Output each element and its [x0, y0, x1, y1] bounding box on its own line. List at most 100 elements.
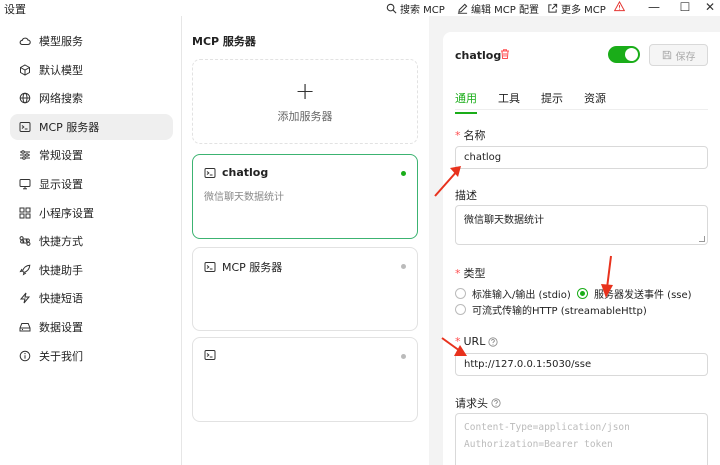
- sidebar-item-label: 显示设置: [39, 177, 83, 191]
- status-dot: [401, 171, 406, 176]
- server-list-panel: MCP 服务器 + 添加服务器 chatlog 微信聊天数据统计 MCP 服务器: [183, 16, 429, 465]
- search-icon: [386, 3, 397, 14]
- server-detail-panel: chatlog 保存 通用 工具 提示 资源 * 名称 chatlog 描述 微…: [443, 32, 720, 465]
- url-label: * URL: [455, 335, 498, 348]
- sidebar-item-label: 快捷助手: [39, 263, 83, 277]
- radio-sse[interactable]: 服务器发送事件 (sse): [577, 286, 692, 301]
- url-input[interactable]: http://127.0.0.1:5030/sse: [455, 353, 708, 376]
- more-mcp-button[interactable]: 更多 MCP: [547, 1, 606, 16]
- help-icon[interactable]: [491, 398, 501, 408]
- type-label-text: 类型: [463, 267, 486, 280]
- desc-textarea[interactable]: 微信聊天数据统计: [455, 205, 708, 245]
- sidebar-item-quick-assistant[interactable]: 快捷助手: [10, 257, 173, 283]
- sidebar-item-general-settings[interactable]: 常规设置: [10, 142, 173, 168]
- server-card-desc: 微信聊天数据统计: [204, 192, 284, 203]
- terminal-icon: [204, 262, 216, 272]
- radio-button[interactable]: [455, 304, 466, 315]
- detail-tabs: 通用 工具 提示 资源: [455, 90, 627, 114]
- radio-label: 可流式传输的HTTP (streamableHttp): [472, 306, 647, 317]
- sidebar-item-label: 小程序设置: [39, 206, 94, 220]
- sidebar-item-shortcuts[interactable]: 快捷方式: [10, 228, 173, 254]
- server-detail-name: chatlog: [455, 49, 502, 62]
- sidebar-item-label: 模型服务: [39, 35, 83, 48]
- window-title: 设置: [4, 3, 26, 16]
- search-mcp-label: 搜索 MCP: [400, 5, 445, 16]
- tab-tools[interactable]: 工具: [498, 90, 520, 114]
- sidebar-item-about[interactable]: 关于我们: [10, 343, 173, 369]
- enable-toggle[interactable]: [608, 46, 640, 63]
- edit-mcp-config-button[interactable]: 编辑 MCP 配置: [457, 1, 539, 16]
- sidebar-item-display-settings[interactable]: 显示设置: [10, 171, 173, 197]
- zap-icon: [19, 293, 31, 304]
- cloud-icon: [19, 37, 31, 46]
- tab-prompts[interactable]: 提示: [541, 90, 563, 114]
- sidebar-item-label: 数据设置: [39, 320, 83, 334]
- type-label: * 类型: [455, 265, 486, 281]
- headers-textarea[interactable]: Content-Type=application/json Authorizat…: [455, 413, 708, 465]
- headers-placeholder-line: Content-Type=application/json: [464, 422, 630, 433]
- sliders-icon: [20, 150, 30, 161]
- status-dot: [401, 354, 406, 359]
- warning-button[interactable]: [614, 1, 625, 12]
- add-server-label: 添加服务器: [277, 109, 333, 123]
- save-label: 保存: [675, 51, 696, 63]
- sidebar-item-model-service[interactable]: 模型服务: [10, 28, 173, 54]
- toggle-knob: [625, 48, 638, 61]
- name-label-text: 名称: [463, 129, 486, 142]
- search-mcp-button[interactable]: 搜索 MCP: [386, 1, 445, 16]
- globe-icon: [19, 92, 31, 104]
- close-button[interactable]: ✕: [699, 0, 720, 14]
- server-card-name: chatlog: [222, 166, 269, 179]
- radio-button[interactable]: [577, 288, 588, 299]
- server-list-title: MCP 服务器: [192, 35, 256, 48]
- minimize-button[interactable]: —: [643, 0, 665, 14]
- sidebar-item-label: MCP 服务器: [39, 120, 100, 134]
- save-button[interactable]: 保存: [649, 44, 708, 66]
- command-icon: [19, 236, 31, 247]
- add-server-button[interactable]: + 添加服务器: [192, 59, 418, 144]
- radio-label: 标准输入/输出 (stdio): [472, 290, 571, 301]
- status-dot: [401, 264, 406, 269]
- title-bar: 设置 搜索 MCP 编辑 MCP 配置 更多 MCP — ☐ ✕: [0, 0, 720, 16]
- server-card-name: MCP 服务器: [222, 261, 283, 274]
- sidebar-item-miniapp-settings[interactable]: 小程序设置: [10, 200, 173, 226]
- radio-streamable-http[interactable]: 可流式传输的HTTP (streamableHttp): [455, 302, 647, 317]
- required-mark: *: [455, 266, 461, 280]
- help-icon[interactable]: [488, 336, 498, 347]
- tab-divider: [455, 109, 708, 110]
- more-mcp-label: 更多 MCP: [561, 5, 606, 16]
- info-icon: [19, 350, 31, 361]
- radio-button[interactable]: [455, 288, 466, 299]
- resize-handle[interactable]: [699, 236, 705, 242]
- sidebar-item-label: 常规设置: [39, 149, 83, 163]
- server-card-mcp[interactable]: MCP 服务器: [192, 247, 418, 331]
- tab-resources[interactable]: 资源: [584, 90, 606, 114]
- monitor-icon: [19, 178, 31, 190]
- save-icon: [662, 50, 671, 60]
- desc-value: 微信聊天数据统计: [464, 215, 544, 226]
- sidebar-item-default-model[interactable]: 默认模型: [10, 57, 173, 83]
- hard-drive-icon: [19, 322, 31, 332]
- name-input[interactable]: chatlog: [455, 146, 708, 169]
- sidebar: 模型服务 默认模型 网络搜索 MCP 服务器 常规设置 显示设置 小程序设置 快…: [0, 16, 182, 465]
- radio-stdio[interactable]: 标准输入/输出 (stdio): [455, 286, 571, 301]
- url-label-text: URL: [463, 335, 486, 348]
- sidebar-item-mcp-servers[interactable]: MCP 服务器: [10, 113, 173, 140]
- server-card-chatlog[interactable]: chatlog 微信聊天数据统计: [192, 154, 418, 239]
- rocket-icon: [19, 264, 31, 276]
- headers-placeholder-line: Authorization=Bearer token: [464, 439, 613, 450]
- required-mark: *: [455, 335, 461, 348]
- sidebar-item-label: 快捷方式: [39, 235, 83, 249]
- sidebar-item-quick-phrases[interactable]: 快捷短语: [10, 285, 173, 311]
- radio-label: 服务器发送事件 (sse): [594, 290, 692, 301]
- edit-mcp-config-label: 编辑 MCP 配置: [471, 5, 539, 16]
- sidebar-item-data-settings[interactable]: 数据设置: [10, 314, 173, 340]
- sidebar-item-label: 网络搜索: [39, 92, 83, 106]
- server-card-unnamed[interactable]: [192, 337, 418, 422]
- terminal-icon: [204, 350, 216, 360]
- tab-general[interactable]: 通用: [455, 90, 477, 114]
- trash-icon[interactable]: [499, 48, 511, 60]
- maximize-button[interactable]: ☐: [674, 0, 696, 14]
- sidebar-item-web-search[interactable]: 网络搜索: [10, 85, 173, 111]
- required-mark: *: [455, 128, 461, 142]
